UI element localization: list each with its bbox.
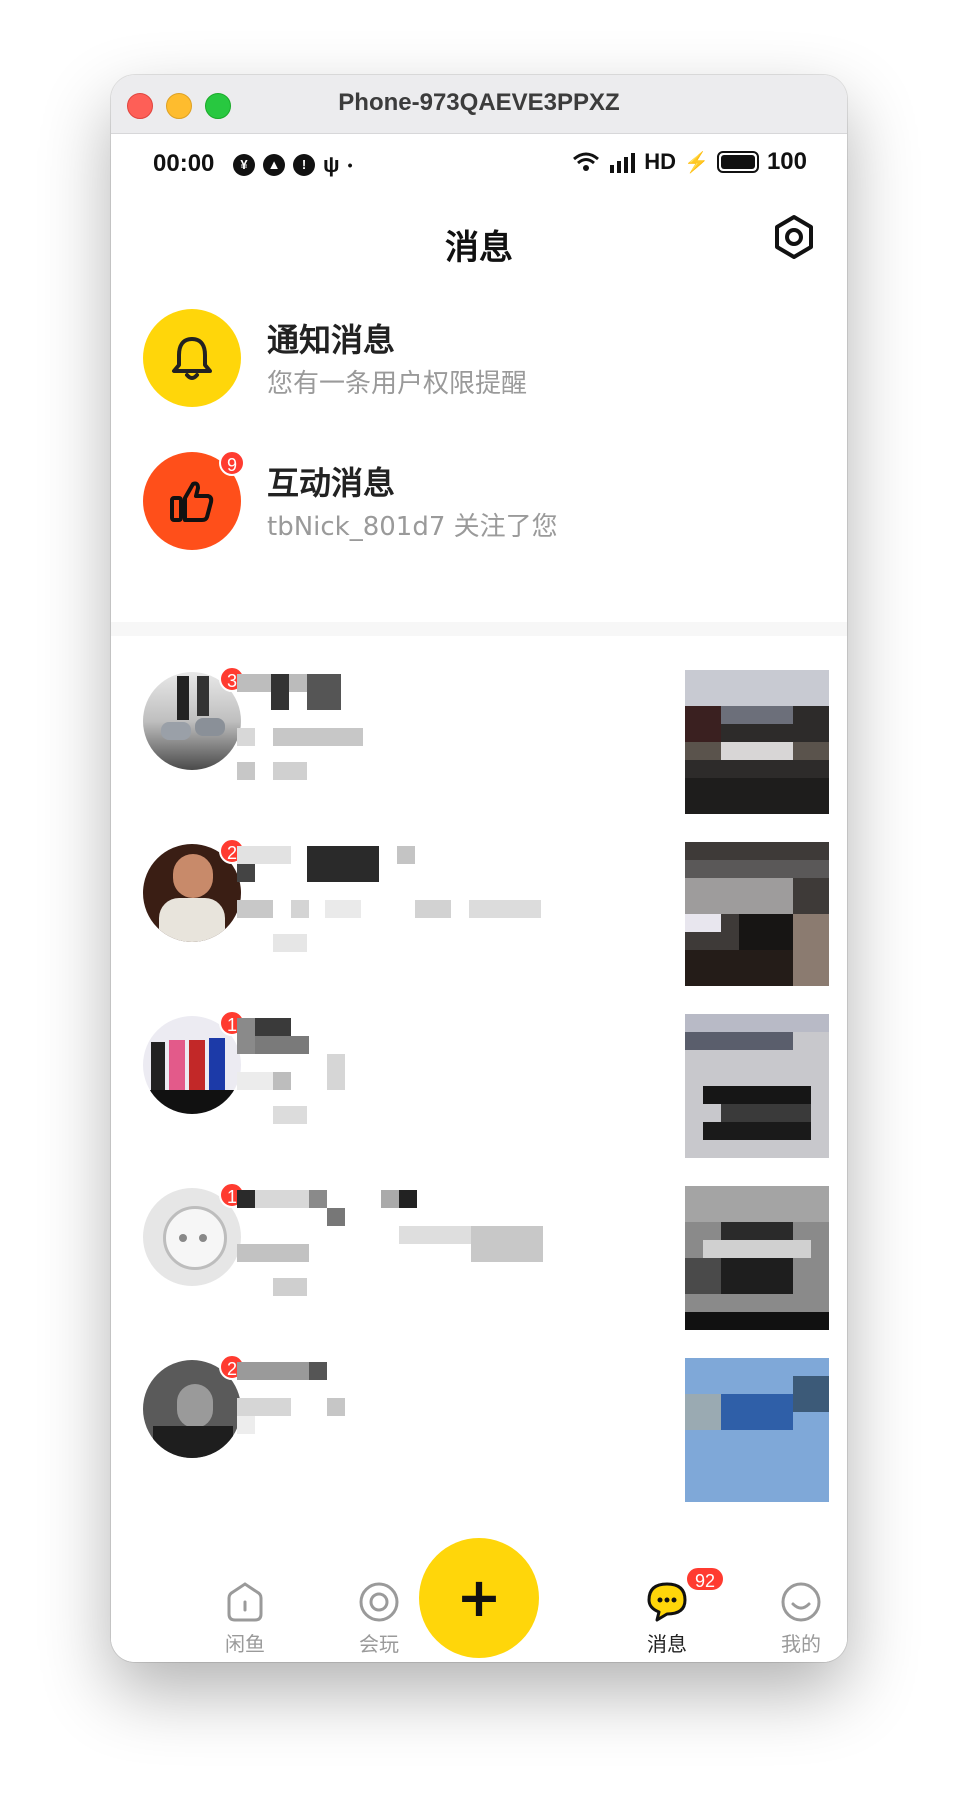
interaction-messages-row[interactable]: 9 互动消息 tbNick_801d7 关注了您 [111, 430, 847, 570]
conversation-row[interactable]: 3 [111, 636, 847, 836]
tab-label: 闲鱼 [225, 1632, 265, 1656]
currency-icon: ¥ [233, 154, 255, 176]
section-divider [111, 622, 847, 636]
chat-icon [647, 1582, 687, 1622]
window-title: Phone-973QAEVE3PPXZ [338, 89, 620, 116]
usb-icon: ψ [323, 152, 340, 177]
smile-icon [781, 1582, 821, 1622]
page-title: 消息 [445, 228, 513, 268]
item-thumbnail [685, 842, 829, 986]
thumbs-up-icon [170, 481, 214, 522]
item-thumbnail [685, 1186, 829, 1330]
notification-bell-icon: ▲ [263, 154, 285, 176]
bell-icon [172, 337, 212, 380]
play-circle-icon [359, 1582, 399, 1622]
status-right-icons: HD ⚡ 100 [572, 148, 807, 176]
interaction-subtitle: tbNick_801d7 关注了您 [267, 512, 558, 542]
settings-icon[interactable] [771, 214, 817, 260]
status-time: 00:00 [153, 150, 215, 177]
tab-mine[interactable]: 我的 [741, 1566, 847, 1662]
messages-tab-badge: 92 [685, 1566, 725, 1592]
app-window: Phone-973QAEVE3PPXZ 00:00 ¥ ▲ ! ψ • HD ⚡… [111, 75, 847, 1662]
interaction-badge: 9 [219, 450, 245, 476]
conversation-list: 3 2 1 1 2 [111, 636, 847, 1566]
tab-label: 消息 [647, 1632, 687, 1656]
notification-avatar [143, 309, 241, 407]
wifi-icon [573, 152, 600, 171]
status-notification-icons: ¥ ▲ ! ψ • [233, 152, 352, 178]
post-button[interactable]: + [419, 1538, 539, 1658]
plus-icon: + [456, 1566, 502, 1629]
shield-icon: ! [293, 154, 315, 176]
notification-title: 通知消息 [267, 321, 396, 359]
phone-screen: 00:00 ¥ ▲ ! ψ • HD ⚡ 100 消息 通知消息 您有一条用户权… [111, 134, 847, 1662]
tab-xianyu[interactable]: 闲鱼 [185, 1566, 305, 1662]
window-titlebar: Phone-973QAEVE3PPXZ [111, 75, 847, 134]
conversation-row[interactable]: 2 [111, 808, 847, 1008]
tab-messages[interactable]: 92 消息 [607, 1566, 727, 1662]
tab-label: 会玩 [359, 1632, 399, 1656]
network-type: HD [644, 149, 677, 174]
battery-level: 100 [766, 148, 807, 175]
dot-icon: • [347, 157, 353, 173]
tab-label: 我的 [781, 1632, 821, 1656]
item-thumbnail [685, 1358, 829, 1502]
item-thumbnail [685, 670, 829, 814]
header: 消息 [111, 194, 847, 284]
conversation-row[interactable]: 1 [111, 1152, 847, 1352]
interaction-title: 互动消息 [267, 464, 396, 502]
conversation-row[interactable]: 2 [111, 1324, 847, 1524]
notification-subtitle: 您有一条用户权限提醒 [267, 369, 528, 399]
conversation-row[interactable]: 1 [111, 980, 847, 1180]
status-bar: 00:00 ¥ ▲ ! ψ • HD ⚡ 100 [111, 134, 847, 194]
home-icon [227, 1582, 263, 1622]
cellular-signal-icon [610, 153, 636, 173]
tab-bar: 闲鱼 会玩 + 92 消息 我的 [111, 1538, 847, 1662]
notification-messages-row[interactable]: 通知消息 您有一条用户权限提醒 [111, 287, 847, 427]
charging-icon: ⚡ [684, 151, 709, 174]
battery-icon [716, 151, 759, 173]
item-thumbnail [685, 1014, 829, 1158]
